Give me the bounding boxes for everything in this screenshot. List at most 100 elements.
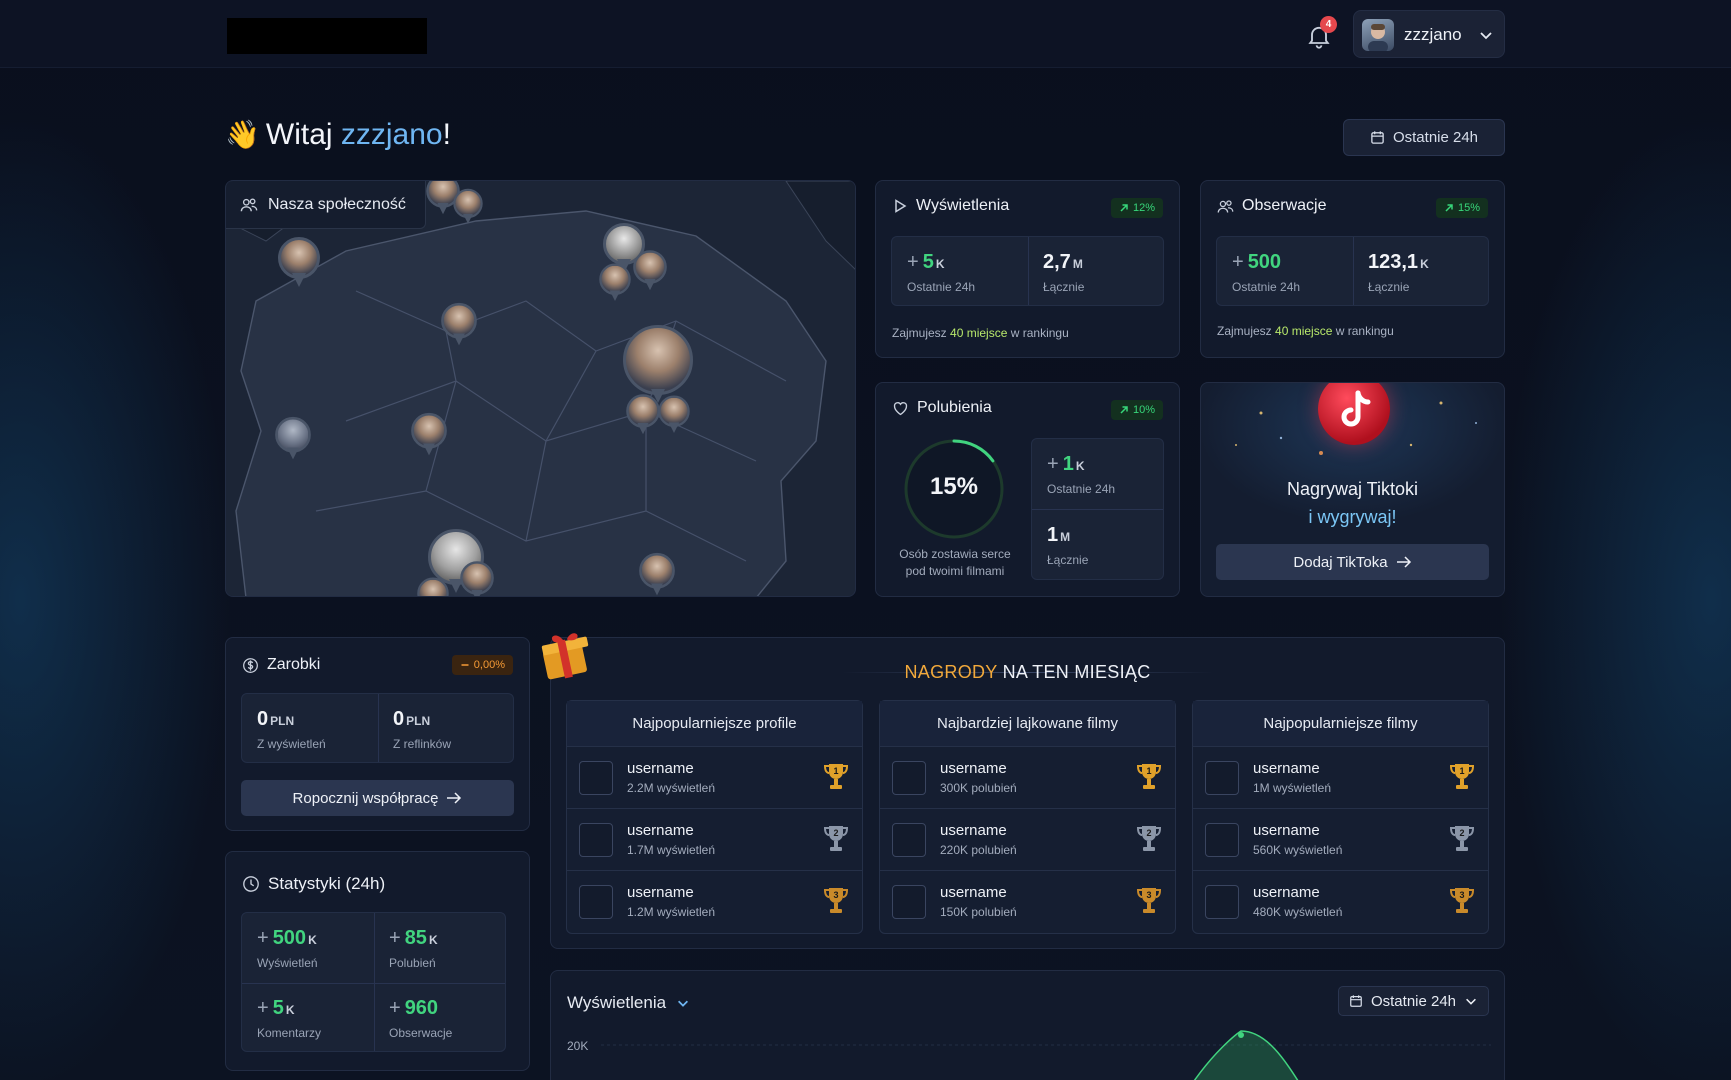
trophy-icon: 1 (823, 764, 849, 789)
stats-grid: +500 K Wyświetleń +85 K Polubień +5 K Komen… (241, 912, 506, 1052)
community-map-card: Nasza społeczność (225, 180, 856, 597)
map-pin[interactable] (599, 263, 631, 303)
clock-icon (243, 876, 259, 892)
trend-value: 10% (1132, 404, 1155, 416)
trophy-place: 2 (833, 828, 838, 838)
prize-username: username (940, 884, 1007, 901)
map-pin[interactable] (626, 394, 660, 436)
map-pin[interactable] (417, 577, 449, 596)
likes-card: Polubienia 10% 15% Osób zostawia serce p… (875, 382, 1180, 597)
prize-row[interactable]: username 150K polubień 3 (880, 871, 1175, 933)
prize-column-title: Najpopularniejsze profile (567, 701, 862, 747)
views-total: 2,7 M (1043, 251, 1084, 274)
tiktok-line2: i wygrywaj! (1308, 507, 1397, 527)
prize-username: username (1253, 822, 1320, 839)
map-pin[interactable] (460, 561, 494, 596)
views-card-title: Wyświetlenia (892, 197, 1009, 215)
map-pin[interactable] (633, 250, 667, 292)
prize-username: username (940, 760, 1007, 777)
prize-row[interactable]: username 1.2M wyświetleń 3 (567, 871, 862, 933)
prize-row[interactable]: username 220K polubień 2 (880, 809, 1175, 871)
views-total-unit: M (1072, 257, 1083, 271)
trend-badge: 0,00% (451, 655, 513, 675)
earnings-reflinks: 0 PLN (393, 708, 451, 731)
trophy-place: 3 (833, 890, 838, 900)
chevron-down-icon (1480, 32, 1492, 40)
stats-likes-value: 85 (404, 927, 427, 949)
users-icon (1217, 199, 1234, 213)
trophy-icon: 1 (1136, 764, 1162, 789)
map-pin[interactable] (623, 325, 693, 403)
likes-card-label: Polubienia (917, 399, 992, 416)
followers-stat-box: +500 Ostatnie 24h 123,1 K Łącznie (1216, 236, 1489, 306)
earnings-reflinks-unit: PLN (406, 714, 431, 728)
heart-icon (893, 401, 908, 415)
stats-likes-unit: K (428, 933, 438, 947)
prizes-title-rest: NA TEN MIESIĄC (1002, 662, 1151, 682)
map-pin[interactable] (639, 552, 675, 596)
prize-row[interactable]: username 1.7M wyświetleń 2 (567, 809, 862, 871)
likes-last24: +1 K (1047, 453, 1085, 475)
prize-row[interactable]: username 560K wyświetleń 2 (1193, 809, 1488, 871)
community-title: Nasza społeczność (226, 181, 426, 229)
prize-metric: 1.7M wyświetleń (627, 843, 716, 857)
followers-total-unit: K (1420, 257, 1429, 271)
map-pin[interactable] (411, 412, 447, 457)
views-last24-label: Ostatnie 24h (907, 280, 976, 294)
earnings-stat-box: 0 PLN Z wyświetleń 0 PLN Z reflinków (241, 693, 514, 763)
prize-metric: 150K polubień (940, 905, 1017, 919)
stats-comments: +5 K (257, 997, 295, 1019)
avatar-placeholder (892, 823, 926, 857)
trophy-icon: 3 (1136, 888, 1162, 913)
tiktok-line1: Nagrywaj Tiktoki (1286, 479, 1419, 499)
prize-row[interactable]: username 2.2M wyświetleń 1 (567, 747, 862, 809)
followers-total-label: Łącznie (1368, 280, 1410, 294)
stats-followers: +960 (389, 997, 439, 1019)
map-pin[interactable] (441, 302, 477, 347)
add-tiktok-button[interactable]: Dodaj TikToka (1216, 544, 1489, 580)
trophy-place: 2 (1146, 828, 1151, 838)
earnings-views-unit: PLN (270, 714, 295, 728)
prize-column: Najpopularniejsze profile username 2.2M wy… (566, 700, 863, 934)
logo[interactable] (227, 18, 427, 54)
likes-total-label: Łącznie (1047, 553, 1089, 567)
prize-row[interactable]: username 1M wyświetleń 1 (1193, 747, 1488, 809)
map-pin[interactable] (278, 237, 320, 289)
start-cooperation-button[interactable]: Ropocznij współpracę (241, 780, 514, 816)
user-menu[interactable]: zzzjano (1353, 10, 1505, 58)
prizes-title-highlight: NAGRODY (904, 662, 998, 682)
views-total-value: 2,7 (1043, 251, 1071, 273)
map-pin[interactable] (275, 416, 311, 461)
prizes-title: NAGRODY NA TEN MIESIĄC (551, 662, 1504, 683)
followers-last24-value: 500 (1247, 251, 1282, 273)
greeting-suffix: ! (442, 118, 451, 151)
views-last24-unit: K (935, 257, 945, 271)
top-bar: 4 zzzjano (0, 0, 1731, 68)
trophy-icon: 3 (1449, 888, 1475, 913)
views-total-label: Łącznie (1043, 280, 1085, 294)
map-pin[interactable] (658, 395, 690, 435)
rank-prefix: Zajmujesz (892, 326, 947, 340)
prize-column-title: Najbardziej lajkowane filmy (880, 701, 1175, 747)
trophy-icon: 3 (823, 888, 849, 913)
prize-row[interactable]: username 300K polubień 1 (880, 747, 1175, 809)
users-icon (240, 197, 258, 211)
earnings-card: Zarobki 0,00% 0 PLN Z wyświetleń 0 PLN Z r… (225, 637, 530, 831)
stats-views-label: Wyświetleń (257, 956, 318, 970)
stats-card-label: Statystyki (24h) (268, 874, 386, 893)
prize-row[interactable]: username 480K wyświetleń 3 (1193, 871, 1488, 933)
stats-views-value: 500 (272, 927, 307, 949)
prizes-card: NAGRODY NA TEN MIESIĄC Najpopularniejsze… (541, 633, 1505, 949)
rank-prefix: Zajmujesz (1217, 324, 1272, 338)
likes-last24-value: 1 (1062, 453, 1074, 475)
views-stat-box: +5 K Ostatnie 24h 2,7 M Łącznie (891, 236, 1164, 306)
followers-rank-note: Zajmujesz 40 miejsce w rankingu (1217, 324, 1394, 338)
likes-card-title: Polubienia (892, 399, 992, 417)
rank-place: 40 miejsce (1275, 324, 1333, 338)
trend-value: 12% (1132, 202, 1155, 214)
arrow-up-right-icon (1120, 204, 1128, 212)
map-pin[interactable] (453, 188, 483, 225)
views-area-chart (601, 1030, 1491, 1080)
earnings-card-title: Zarobki (242, 656, 320, 674)
date-range-button[interactable]: Ostatnie 24h (1343, 119, 1505, 156)
